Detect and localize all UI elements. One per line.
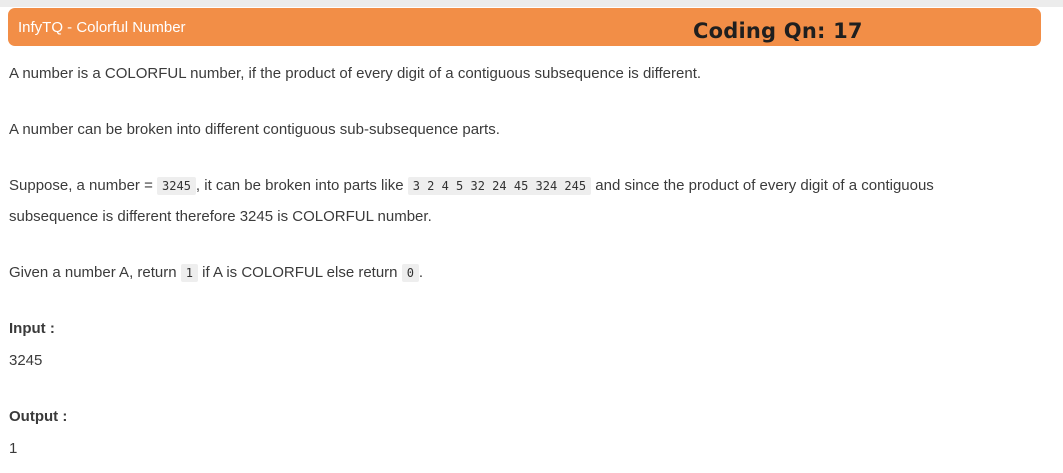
input-value: 3245 [9, 352, 43, 369]
inline-code-zero: 0 [401, 264, 419, 282]
input-label: Input : [9, 320, 55, 337]
header-bar: InfyTQ - Colorful Number Coding Qn: 17 [8, 8, 1041, 46]
example-text-2: , it can be broken into parts like [195, 177, 408, 194]
task-text-3: . [418, 264, 424, 281]
paragraph-parts: A number can be broken into different co… [9, 121, 500, 138]
paragraph-example-line2: subsequence is different therefore 3245 … [9, 208, 432, 225]
example-text-1: Suppose, a number = [9, 177, 158, 194]
paragraph-example-line1: Suppose, a number = 3245, it can be brok… [9, 176, 934, 196]
inline-code-parts: 3 2 4 5 32 24 45 324 245 [407, 177, 592, 195]
task-text-2: if A is COLORFUL else return [198, 264, 402, 281]
top-divider [0, 0, 1063, 7]
header-title: InfyTQ - Colorful Number [18, 19, 186, 36]
task-text-1: Given a number A, return [9, 264, 181, 281]
question-number: Coding Qn: 17 [693, 19, 863, 43]
paragraph-definition: A number is a COLORFUL number, if the pr… [9, 65, 702, 82]
paragraph-task: Given a number A, return 1 if A is COLOR… [9, 263, 423, 283]
output-label: Output : [9, 408, 68, 425]
output-value: 1 [9, 440, 18, 457]
inline-code-number: 3245 [157, 177, 196, 195]
inline-code-one: 1 [180, 264, 198, 282]
example-text-3: and since the product of every digit of … [591, 177, 934, 194]
